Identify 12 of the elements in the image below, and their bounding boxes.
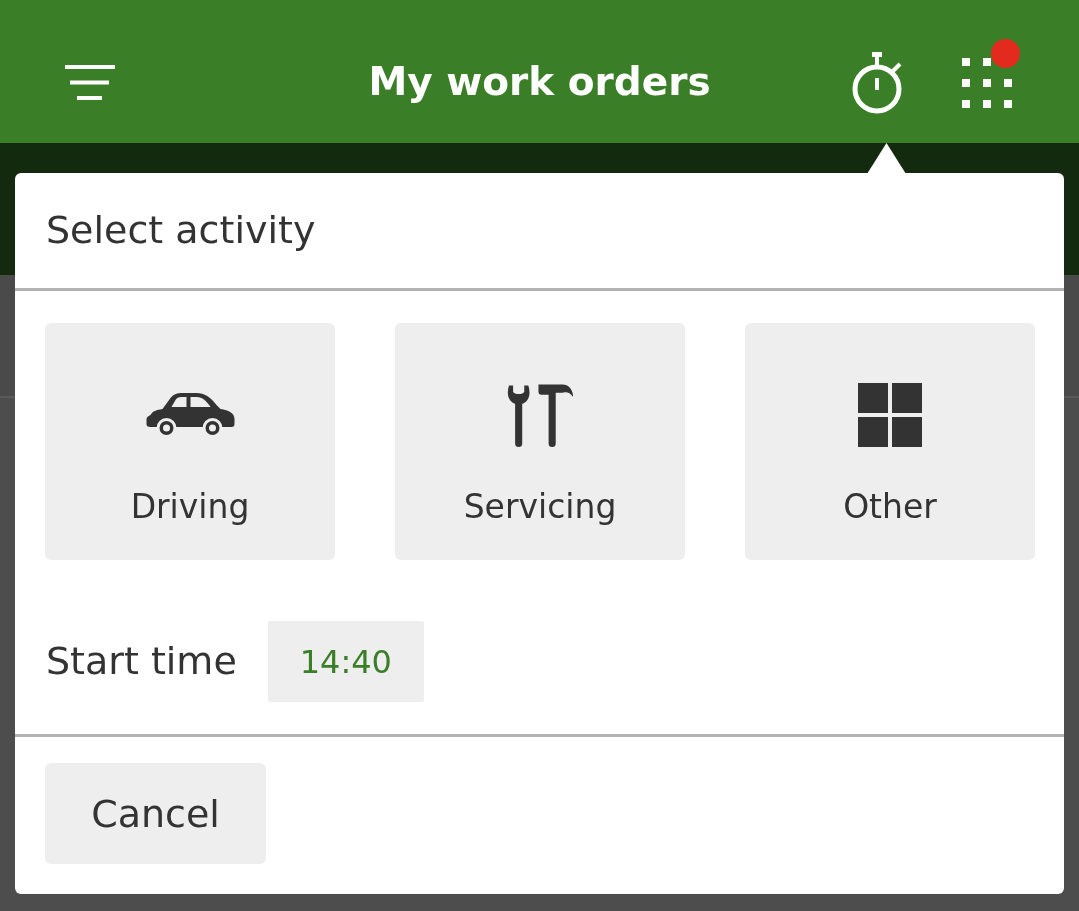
activity-tile[interactable]: Other: [745, 323, 1035, 560]
menu-icon[interactable]: [65, 65, 115, 100]
activity-tile[interactable]: Driving: [45, 323, 335, 560]
wrench-and-hammer-icon: [506, 382, 574, 448]
start-time-field[interactable]: 14:40: [267, 621, 424, 702]
cancel-button[interactable]: Cancel: [45, 763, 266, 864]
app-title: My work orders: [368, 61, 711, 104]
start-time-label: Start time: [46, 638, 237, 685]
activity-tile[interactable]: Servicing: [395, 323, 685, 560]
popover-title: Select activity: [46, 207, 316, 254]
four-squares-icon: [858, 383, 922, 447]
stopwatch-icon[interactable]: [851, 51, 904, 114]
